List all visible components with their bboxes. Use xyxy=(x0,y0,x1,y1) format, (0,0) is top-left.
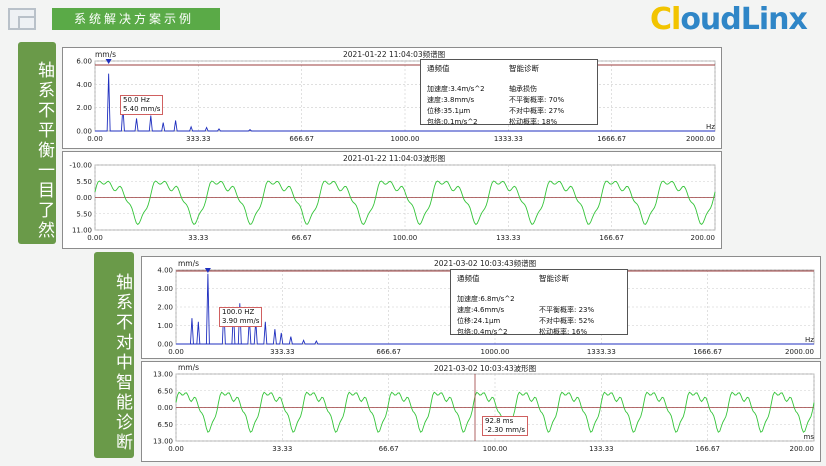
x-tick-label: 1000.00 xyxy=(481,348,510,356)
cursor-annotation: 92.8 ms -2.30 mm/s xyxy=(482,416,528,436)
x-tick-label: 2000.00 xyxy=(785,348,814,356)
y-tick-label: 0.00 xyxy=(76,194,92,202)
x-tick-label: 133.33 xyxy=(589,445,614,453)
waveform-plot-2: 13.006.500.006.5013.000.00 33.33 66.67 100.… xyxy=(153,371,815,453)
x-tick-label: 0.00 xyxy=(87,135,103,143)
x-tick-label: 33.33 xyxy=(272,445,292,453)
x-tick-label: 100.00 xyxy=(483,445,508,453)
x-tick-label: 333.33 xyxy=(270,348,295,356)
x-tick-label: 33.33 xyxy=(188,234,208,242)
x-tick-label: 200.00 xyxy=(790,445,815,453)
x-tick-label: 666.67 xyxy=(376,348,401,356)
x-tick-label: 66.67 xyxy=(379,445,399,453)
misalignment-label: 轴系不对中智能诊断 xyxy=(94,252,134,458)
y-tick-label: 1.00 xyxy=(157,322,173,330)
y-tick-label: 2.00 xyxy=(76,104,92,112)
spectrum-chart-1[interactable]: mm/s 2021-01-22 11:04:03频谱图 6.00 4.00 2.00… xyxy=(62,47,722,149)
peak-annotation: 100.0 HZ 3.90 mm/s xyxy=(219,307,263,327)
y-tick-label: 2.00 xyxy=(157,304,173,312)
y-tick-label: 6.50 xyxy=(157,421,173,429)
x-tick-label: 0.00 xyxy=(168,445,184,453)
waveform-chart-1[interactable]: 2021-01-22 11:04:03波形图 -10.00 5.50 0.00 5.5… xyxy=(62,151,722,249)
y-tick-label: 5.50 xyxy=(76,178,92,186)
x-tick-label: 0.00 xyxy=(87,234,103,242)
cloudlinx-logo: CloudLinx xyxy=(650,2,808,37)
y-tick-label: 4.00 xyxy=(157,267,173,275)
y-tick-label: 6.00 xyxy=(76,58,92,66)
x-tick-label: 1666.67 xyxy=(693,348,722,356)
x-tick-label: 1333.33 xyxy=(494,135,523,143)
x-unit: Hz xyxy=(706,123,715,131)
window-corner-icon xyxy=(8,8,36,30)
x-tick-label: 1000.00 xyxy=(391,135,420,143)
y-tick-label: 13.00 xyxy=(153,371,173,379)
x-tick-label: 66.67 xyxy=(292,234,312,242)
x-tick-label: 133.33 xyxy=(496,234,521,242)
x-tick-label: 200.00 xyxy=(691,234,716,242)
y-tick-label: -10.00 xyxy=(69,162,92,170)
x-tick-label: 333.33 xyxy=(186,135,211,143)
diagnosis-info-box: 通频值 智能诊断 加速度:3.4m/s^2 速度:3.8mm/s 位移:35.1… xyxy=(420,59,598,126)
spectrum-chart-2[interactable]: mm/s 2021-03-02 10:03:43频谱图 4.00 3.00 2.00… xyxy=(141,256,821,359)
plot-area xyxy=(94,60,716,132)
peak-marker-icon xyxy=(105,59,112,64)
x-tick-label: 166.67 xyxy=(695,445,720,453)
imbalance-label: 轴系不平衡一目了然 xyxy=(18,42,56,244)
x-tick-label: 100.00 xyxy=(393,234,418,242)
y-tick-label: 3.00 xyxy=(157,285,173,293)
x-tick-label: 1666.67 xyxy=(597,135,626,143)
x-unit: Hz xyxy=(805,336,814,344)
y-tick-label: 6.50 xyxy=(157,387,173,395)
y-tick-label: 0.00 xyxy=(157,404,173,412)
y-tick-label: 4.00 xyxy=(76,81,92,89)
page-title-banner: 系统解决方案示例 xyxy=(52,8,220,30)
x-tick-label: 2000.00 xyxy=(686,135,715,143)
peak-annotation: 50.0 Hz 5.40 mm/s xyxy=(120,95,164,115)
x-unit: ms xyxy=(804,433,815,441)
x-tick-label: 1333.33 xyxy=(587,348,616,356)
waveform-chart-2[interactable]: mm/s 2021-03-02 10:03:43波形图 13.00 6.50 0.0… xyxy=(141,361,821,462)
x-tick-label: 166.67 xyxy=(599,234,624,242)
x-tick-label: 666.67 xyxy=(289,135,314,143)
y-tick-label: 5.50 xyxy=(76,210,92,218)
waveform-plot-1: -10.005.500.005.5011.000.00 33.33 66.67 100… xyxy=(69,162,716,242)
x-tick-label: 0.00 xyxy=(168,348,184,356)
diagnosis-info-box: 通频值 智能诊断 加速度:6.8m/s^2 速度:4.6mm/s 位移:24.1… xyxy=(450,269,628,336)
